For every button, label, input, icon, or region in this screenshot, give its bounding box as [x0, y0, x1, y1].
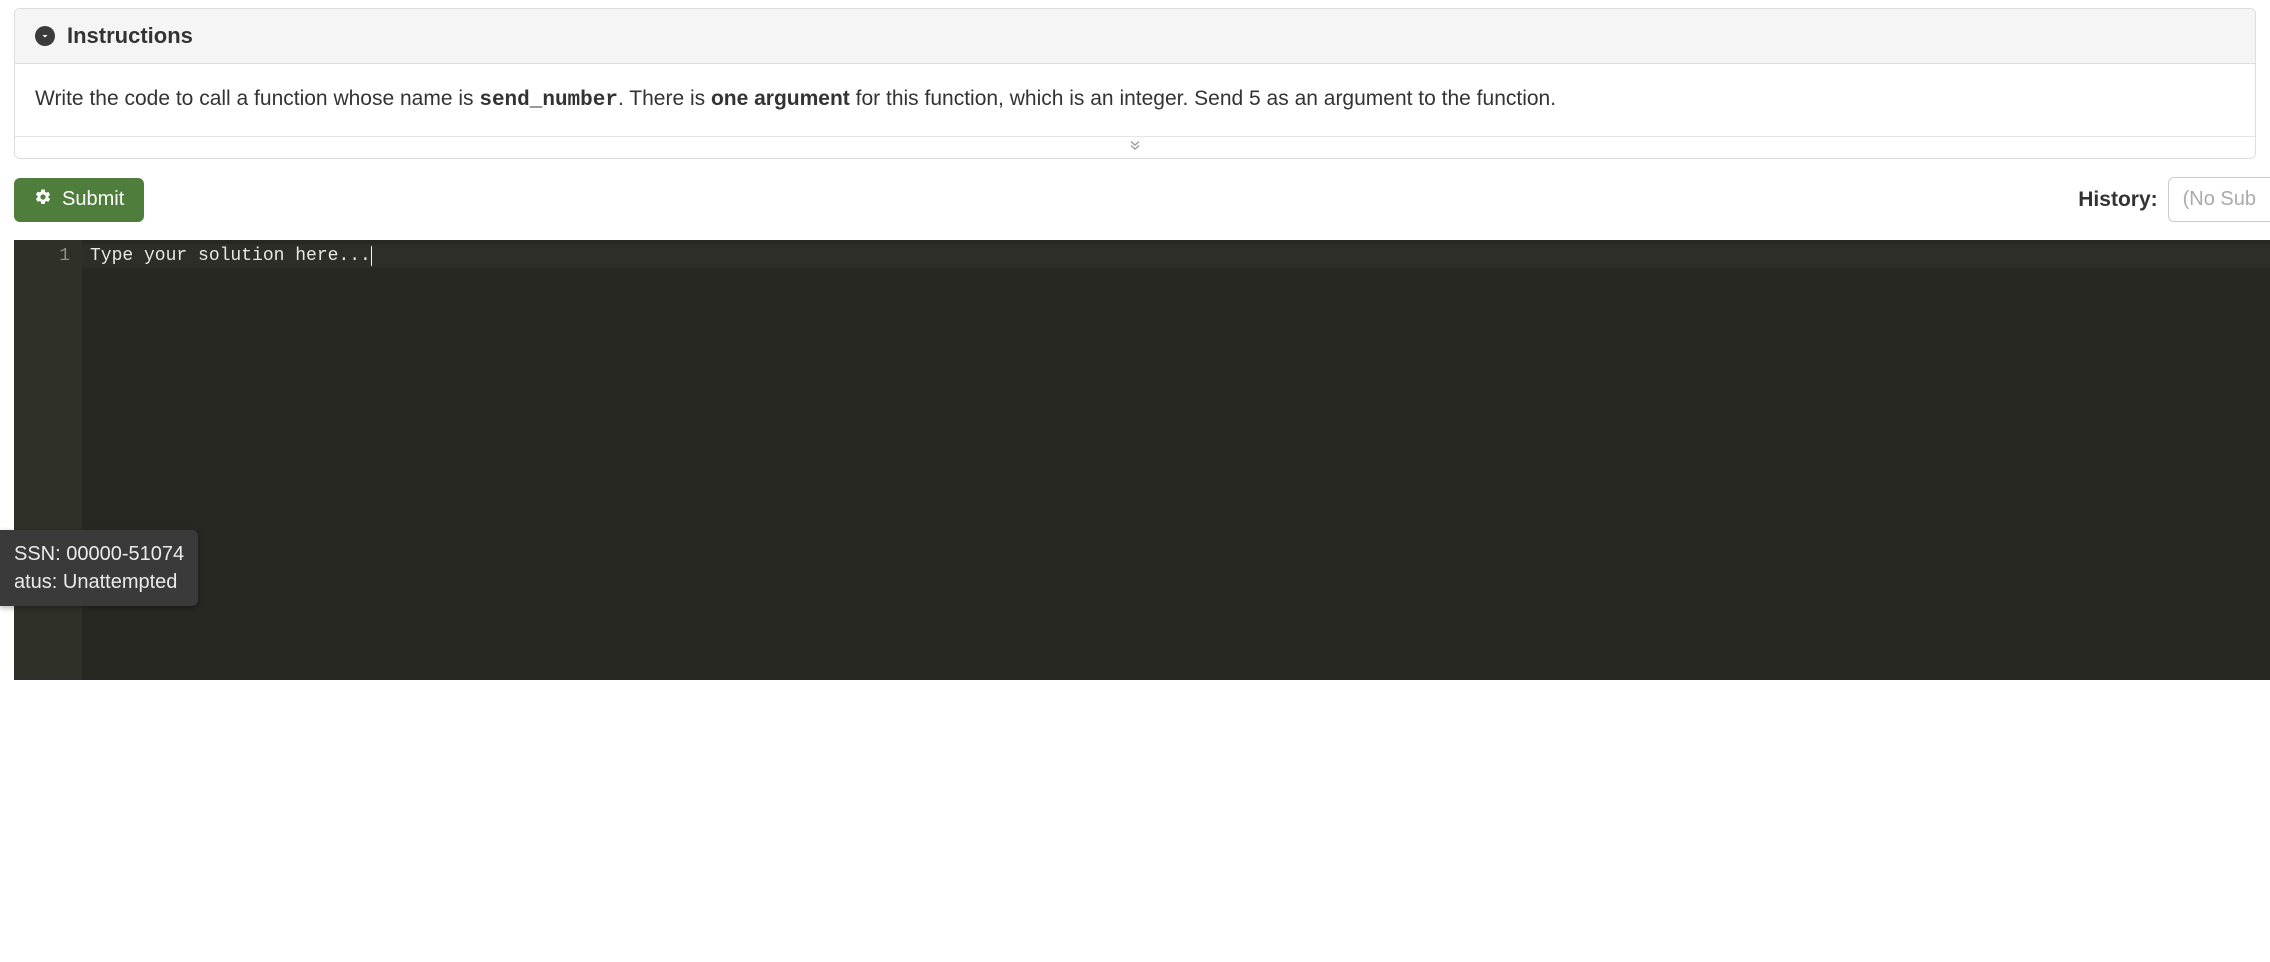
instructions-text-part3: for this function, which is an integer. … [850, 87, 1556, 110]
expand-bar[interactable] [15, 136, 2255, 158]
history-select[interactable]: (No Sub [2168, 177, 2270, 222]
active-line-highlight [82, 244, 2270, 268]
editor-code-area[interactable]: Type your solution here... [82, 240, 2270, 680]
instructions-panel: Instructions Write the code to call a fu… [14, 8, 2256, 159]
tooltip-ssn: SSN: 00000-51074 [14, 540, 184, 568]
double-chevron-down-icon [1127, 137, 1143, 158]
instructions-title: Instructions [67, 23, 193, 49]
history-section: History: (No Sub [2078, 177, 2270, 222]
tooltip-status: atus: Unattempted [14, 568, 184, 596]
instructions-header[interactable]: Instructions [15, 9, 2255, 64]
status-tooltip: SSN: 00000-51074 atus: Unattempted [0, 530, 198, 606]
history-placeholder: (No Sub [2183, 188, 2256, 210]
gear-icon [34, 188, 52, 212]
toolbar: Submit History: (No Sub [0, 159, 2270, 240]
code-editor[interactable]: 1 Type your solution here... [14, 240, 2270, 680]
line-number-1: 1 [18, 244, 70, 268]
instructions-body: Write the code to call a function whose … [15, 64, 2255, 136]
instructions-text-part1: Write the code to call a function whose … [35, 87, 479, 110]
editor-gutter: 1 [14, 240, 82, 680]
instructions-text-part2: . There is [618, 87, 711, 110]
submit-button[interactable]: Submit [14, 178, 144, 222]
submit-label: Submit [62, 188, 124, 211]
chevron-down-circle-icon [35, 26, 55, 46]
instructions-bold: one argument [711, 87, 850, 110]
function-name-code: send_number [479, 89, 618, 112]
history-label: History: [2078, 188, 2157, 212]
